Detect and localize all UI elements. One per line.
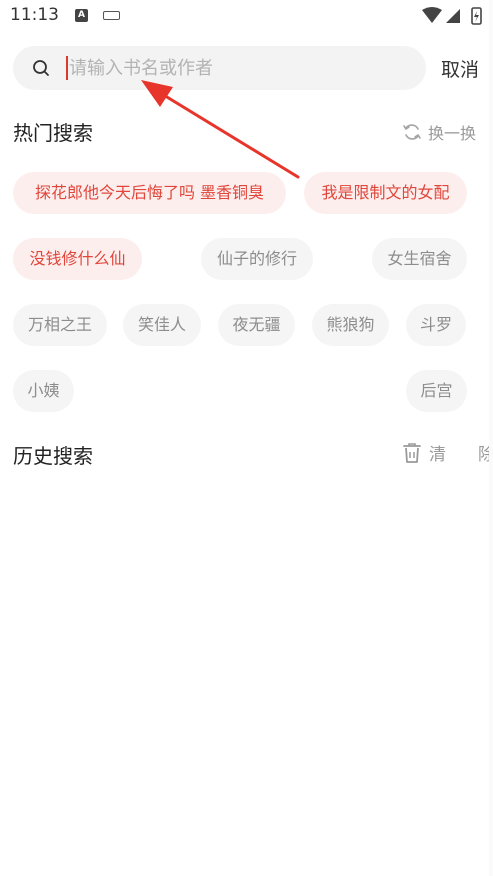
signal-icon xyxy=(446,9,460,23)
keyboard-icon xyxy=(103,11,120,20)
hot-tag[interactable]: 夜无疆 xyxy=(218,304,295,346)
clear-history-button[interactable]: 清 除 xyxy=(401,440,493,465)
refresh-icon xyxy=(403,124,421,140)
status-icons xyxy=(422,7,482,25)
search-input[interactable] xyxy=(69,55,399,81)
hot-tag[interactable]: 后宫 xyxy=(406,370,467,412)
history-search-title: 历史搜索 xyxy=(13,444,93,468)
search-icon xyxy=(33,60,49,76)
hot-tag[interactable]: 斗罗 xyxy=(406,304,466,346)
hot-tag[interactable]: 熊狼狗 xyxy=(312,304,389,346)
status-time: 11:13 xyxy=(10,5,59,25)
hot-tag[interactable]: 女生宿舍 xyxy=(372,238,467,280)
clear-label-1: 清 xyxy=(429,445,446,465)
hot-tag[interactable]: 探花郎他今天后悔了吗 墨香铜臭 xyxy=(13,172,286,214)
hot-tag[interactable]: 没钱修什么仙 xyxy=(13,238,142,280)
refresh-button[interactable]: 换一换 xyxy=(402,120,476,144)
right-edge xyxy=(489,0,493,876)
wifi-icon xyxy=(422,7,442,23)
refresh-label: 换一换 xyxy=(428,124,477,143)
hot-tag[interactable]: 仙子的修行 xyxy=(201,238,313,280)
text-cursor xyxy=(66,56,68,80)
cancel-button[interactable]: 取消 xyxy=(441,55,479,82)
hot-tag[interactable]: 笑佳人 xyxy=(123,304,201,346)
hot-tag[interactable]: 我是限制文的女配 xyxy=(304,172,467,214)
hot-tag[interactable]: 小姨 xyxy=(13,370,74,412)
trash-icon xyxy=(403,442,421,463)
a-notification-icon: A xyxy=(75,9,88,22)
hot-search-title: 热门搜索 xyxy=(13,121,93,145)
hot-tag[interactable]: 万相之王 xyxy=(13,304,107,346)
